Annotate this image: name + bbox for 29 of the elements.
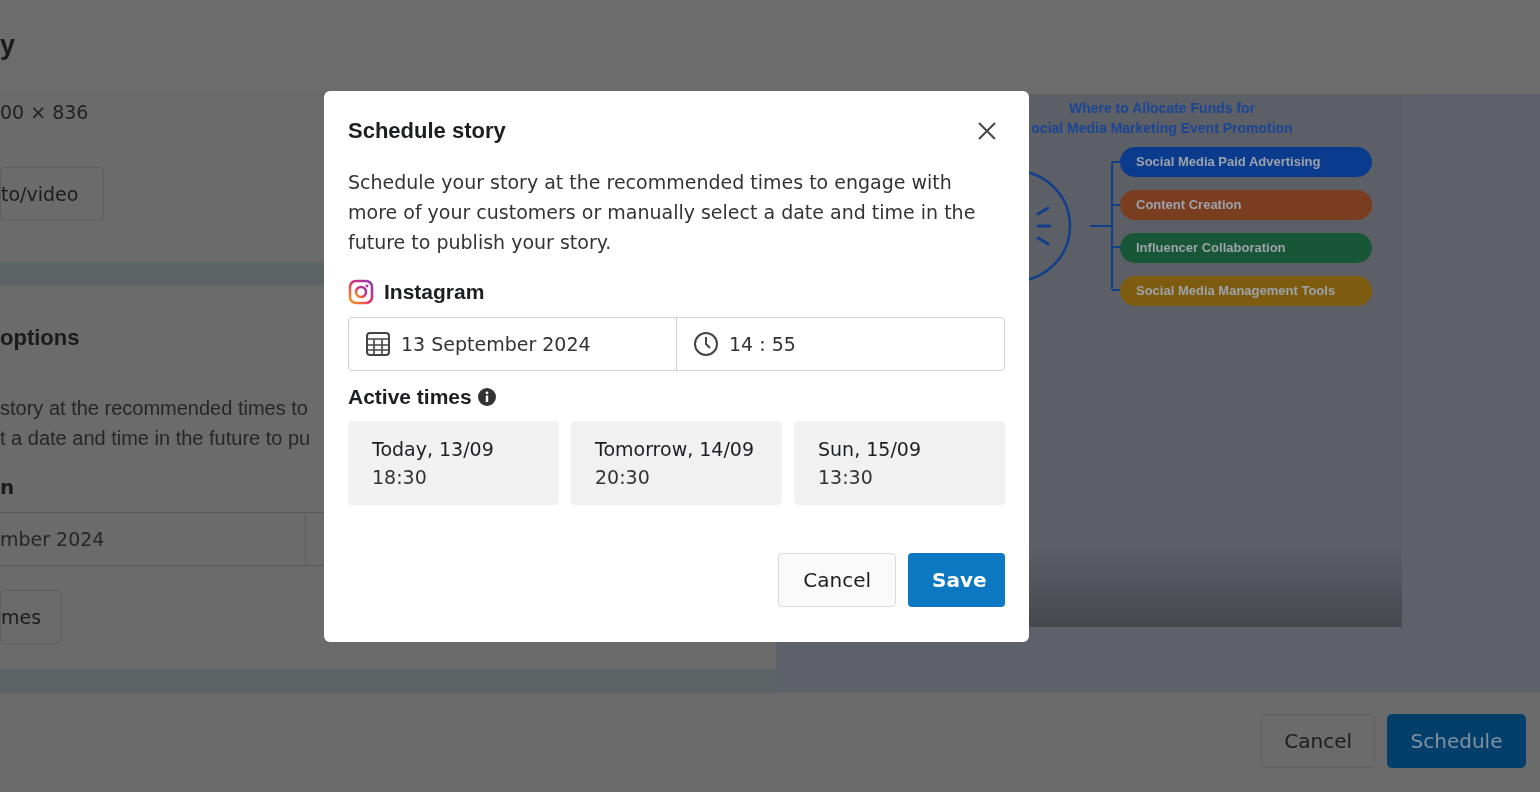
cancel-button[interactable]: Cancel (778, 553, 896, 607)
branch-label: Content Creation (1120, 189, 1372, 220)
info-icon (477, 388, 496, 406)
page-title: y (0, 29, 16, 61)
infographic-title-line: ocial Media Marketing Event Promotion (1031, 119, 1293, 138)
slot-time: 13:30 (818, 466, 873, 488)
image-dimensions: 00 × 836 (0, 101, 89, 123)
slot-day: Sun, 15/09 (818, 438, 921, 460)
branch-label: Social Media Management Tools (1120, 275, 1372, 306)
branch-label: Social Media Paid Advertising (1120, 146, 1372, 177)
platform-label: n (0, 475, 15, 499)
platform-name: Instagram (384, 280, 485, 304)
infographic-title-line: Where to Allocate Funds for (1068, 99, 1256, 118)
save-button[interactable]: Save (908, 553, 1005, 607)
time-slot-button[interactable]: Tomorrow, 14/09 20:30 (571, 421, 782, 505)
dialog-title: Schedule story (348, 118, 506, 144)
branch-label: Influencer Collaboration (1120, 232, 1372, 263)
slot-day: Today, 13/09 (372, 438, 494, 460)
slot-time: 20:30 (595, 466, 650, 488)
section-title: options (0, 325, 80, 351)
time-slot-button[interactable]: Sun, 15/09 13:30 (794, 421, 1005, 505)
slot-time: 18:30 (372, 466, 427, 488)
dialog-description: Schedule your story at the recommended times to engage with more of your customers or manually select a date and time in the future to publish your story. (348, 170, 977, 255)
instagram-logo-icon (348, 279, 374, 305)
description-line: story at the recommended times to (0, 396, 308, 421)
time-slot-button[interactable]: Today, 13/09 18:30 (348, 421, 559, 505)
active-times-label: Active times (348, 385, 472, 409)
description-line: t a date and time in the future to pu (0, 426, 311, 451)
slot-day: Tomorrow, 14/09 (595, 438, 754, 460)
